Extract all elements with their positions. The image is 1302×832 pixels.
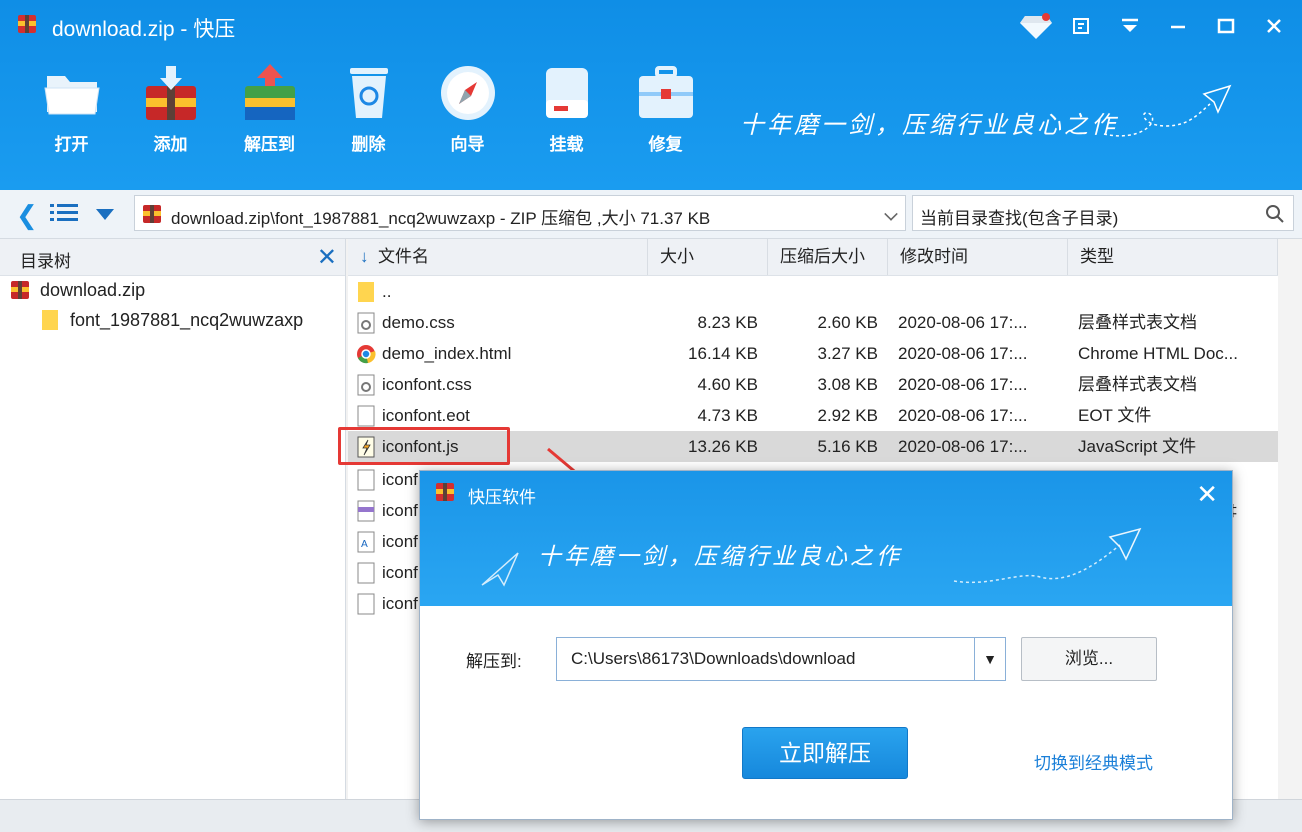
extract-now-button[interactable]: 立即解压 xyxy=(742,727,908,779)
toolbar-open-button[interactable]: 打开 xyxy=(22,62,121,155)
file-icon xyxy=(357,562,375,583)
app-window: download.zip - 快压 打开 添加 解压到 删除 向导 挂载 修复 … xyxy=(0,0,1302,832)
toolbar-extract-button[interactable]: 解压到 xyxy=(220,62,319,155)
paper-plane-icon xyxy=(953,527,1142,584)
menu-icon[interactable] xyxy=(1110,8,1150,44)
folder-icon xyxy=(358,281,374,302)
browse-button[interactable]: 浏览... xyxy=(1021,637,1157,681)
directory-tree-panel: 目录树 ✕ download.zip font_1987881_ncq2wuwz… xyxy=(0,239,346,799)
extract-path-value: C:\Users\86173\Downloads\download xyxy=(571,649,856,668)
tree-node-folder[interactable]: font_1987881_ncq2wuwzaxp xyxy=(40,309,303,331)
window-title: download.zip - 快压 xyxy=(52,18,236,41)
tree-title: 目录树 xyxy=(20,252,71,271)
extract-to-label: 解压到: xyxy=(466,652,522,671)
tree-header: 目录树 ✕ xyxy=(0,239,345,276)
minimize-icon[interactable] xyxy=(1158,8,1198,44)
extract-icon xyxy=(244,64,295,120)
title-bar: download.zip - 快压 xyxy=(0,0,1302,50)
switch-classic-mode-link[interactable]: 切换到经典模式 xyxy=(1034,749,1153,774)
tree-node-archive[interactable]: download.zip xyxy=(10,279,145,301)
close-tree-icon[interactable]: ✕ xyxy=(317,243,337,272)
toolbar-add-button[interactable]: 添加 xyxy=(121,62,220,155)
slogan-text: 十年磨一剑，压缩行业良心之作 xyxy=(740,111,1118,139)
compass-icon xyxy=(440,66,495,120)
list-item[interactable]: .. xyxy=(348,276,1278,307)
file-icon xyxy=(357,593,375,614)
open-folder-icon xyxy=(43,76,100,115)
css-file-icon xyxy=(357,374,375,395)
back-icon[interactable]: ❮ xyxy=(16,200,38,231)
zip-archive-icon xyxy=(11,281,29,299)
toolbar-mount-button[interactable]: 挂载 xyxy=(517,62,616,155)
app-logo-icon xyxy=(436,483,454,501)
feedback-icon[interactable] xyxy=(1062,8,1102,44)
toolbar: 打开 添加 解压到 删除 向导 挂载 修复 xyxy=(22,62,715,155)
column-header-packed[interactable]: 压缩后大小 xyxy=(768,239,888,275)
folder-icon xyxy=(42,310,58,330)
highlight-box xyxy=(338,427,510,465)
file-list-header: ↓ 文件名 大小 压缩后大小 修改时间 类型 xyxy=(348,239,1278,276)
sort-arrow-icon: ↓ xyxy=(360,247,378,266)
paper-plane-icon xyxy=(481,552,519,587)
column-header-name[interactable]: ↓ 文件名 xyxy=(348,239,648,275)
dropdown-arrow-icon[interactable]: ▼ xyxy=(974,638,1005,680)
list-item[interactable]: demo.css 8.23 KB 2.60 KB 2020-08-06 17:.… xyxy=(348,307,1278,338)
toolbar-delete-button[interactable]: 删除 xyxy=(319,62,418,155)
paper-plane-icon xyxy=(1103,84,1232,137)
view-dropdown-icon[interactable] xyxy=(96,209,114,220)
dialog-header: 快压软件 ✕ 十年磨一剑，压缩行业良心之作 xyxy=(420,471,1232,606)
toolbar-wizard-button[interactable]: 向导 xyxy=(418,62,517,155)
path-text: download.zip\font_1987881_ncq2wuwzaxp - … xyxy=(171,209,711,228)
gem-icon[interactable] xyxy=(1016,8,1056,44)
search-input[interactable]: 当前目录查找(包含子目录) xyxy=(912,195,1294,231)
file-icon xyxy=(357,469,375,490)
extract-dialog: 快压软件 ✕ 十年磨一剑，压缩行业良心之作 解压到: C:\Users\8617… xyxy=(419,470,1233,820)
extract-path-combobox[interactable]: C:\Users\86173\Downloads\download ▼ xyxy=(556,637,1006,681)
close-icon[interactable] xyxy=(1254,8,1294,44)
css-file-icon xyxy=(357,312,375,333)
vertical-scrollbar[interactable] xyxy=(1278,239,1302,799)
dialog-title: 快压软件 xyxy=(468,488,536,507)
address-bar: ❮ download.zip\font_1987881_ncq2wuwzaxp … xyxy=(0,190,1302,239)
search-icon[interactable] xyxy=(1265,204,1285,224)
chrome-icon xyxy=(357,344,376,363)
column-header-modified[interactable]: 修改时间 xyxy=(888,239,1068,275)
font-file-icon: A xyxy=(357,531,375,552)
toolbar-repair-button[interactable]: 修复 xyxy=(616,62,715,155)
dialog-close-icon[interactable]: ✕ xyxy=(1196,479,1218,510)
search-placeholder: 当前目录查找(包含子目录) xyxy=(920,209,1119,228)
toolbox-icon xyxy=(638,66,693,118)
zip-archive-icon xyxy=(143,205,161,223)
column-header-size[interactable]: 大小 xyxy=(648,239,768,275)
add-archive-icon xyxy=(145,66,196,120)
list-view-icon[interactable] xyxy=(50,201,78,225)
list-item[interactable]: iconfont.css 4.60 KB 3.08 KB 2020-08-06 … xyxy=(348,369,1278,400)
svg-text:A: A xyxy=(361,539,368,550)
file-icon xyxy=(357,405,375,426)
column-header-type[interactable]: 类型 xyxy=(1068,239,1278,275)
maximize-icon[interactable] xyxy=(1206,8,1246,44)
svg-file-icon xyxy=(357,500,375,521)
path-combobox[interactable]: download.zip\font_1987881_ncq2wuwzaxp - … xyxy=(134,195,906,231)
header-area: download.zip - 快压 打开 添加 解压到 删除 向导 挂载 修复 … xyxy=(0,0,1302,190)
drive-icon xyxy=(545,68,588,118)
list-item[interactable]: demo_index.html 16.14 KB 3.27 KB 2020-08… xyxy=(348,338,1278,369)
recycle-bin-icon xyxy=(349,68,388,118)
chevron-down-icon[interactable] xyxy=(884,207,898,221)
app-logo-icon xyxy=(18,15,36,33)
dialog-slogan: 十年磨一剑，压缩行业良心之作 xyxy=(538,544,902,570)
